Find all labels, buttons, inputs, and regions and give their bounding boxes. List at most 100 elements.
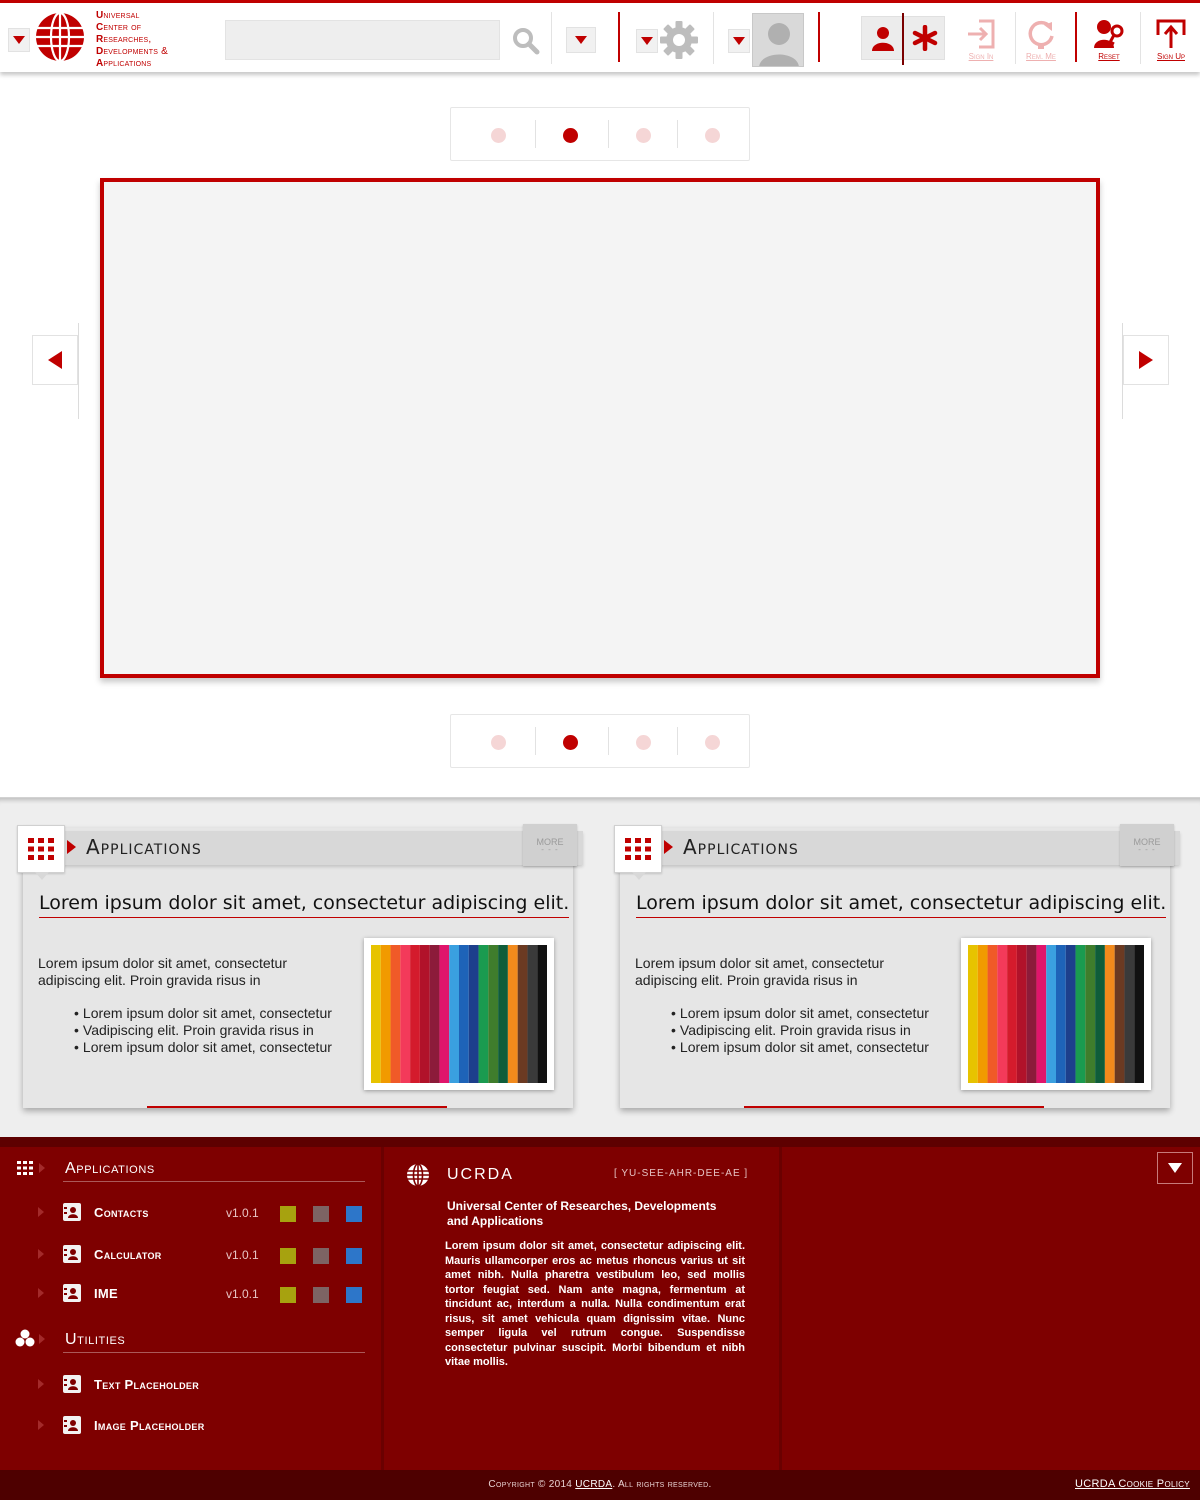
header-divider xyxy=(551,12,552,64)
about-body: Lorem ipsum dolor sit amet, consectetur … xyxy=(445,1240,745,1368)
footer-app-name: Calculator xyxy=(94,1247,162,1262)
footer-applications-title[interactable]: Applications xyxy=(65,1160,155,1178)
copyright-link[interactable]: UCRDA xyxy=(575,1479,612,1490)
pager-dot-1[interactable] xyxy=(491,128,506,143)
more-dots: - - - xyxy=(541,844,559,854)
search-input[interactable] xyxy=(225,20,500,60)
color-pencils-image xyxy=(371,945,547,1083)
pager-divider xyxy=(608,120,609,148)
footer-collapse-button[interactable] xyxy=(1157,1152,1193,1184)
contacts-book-icon xyxy=(63,1284,81,1302)
caret-right-icon xyxy=(39,1163,45,1173)
username-button[interactable] xyxy=(862,17,903,59)
more-button[interactable]: MORE - - - xyxy=(523,824,577,866)
footer-column-divider xyxy=(779,1147,782,1470)
theme-swatch-blue[interactable] xyxy=(346,1206,362,1222)
refresh-icon xyxy=(1028,20,1054,49)
next-slide-button[interactable] xyxy=(1123,335,1169,385)
sign-in-button[interactable]: Sign In xyxy=(956,11,1006,67)
panel-bottom-rule xyxy=(147,1106,447,1108)
footer: Applications Contacts v1.0.1 Calculator … xyxy=(0,1137,1200,1470)
theme-swatch-blue[interactable] xyxy=(346,1248,362,1264)
theme-swatch-gray[interactable] xyxy=(313,1206,329,1222)
pager-dot-3[interactable] xyxy=(636,128,651,143)
theme-swatch-olive[interactable] xyxy=(280,1206,296,1222)
panel-thumbnail[interactable] xyxy=(961,938,1151,1090)
previous-slide-button[interactable] xyxy=(32,335,78,385)
pager-dot-2[interactable] xyxy=(563,128,578,143)
panel-heading: Lorem ipsum dolor sit amet, consectetur … xyxy=(636,892,1167,918)
caret-right-icon xyxy=(664,840,673,854)
footer-app-row-ime[interactable]: IME v1.0.1 xyxy=(0,1284,381,1310)
pager-divider xyxy=(608,727,609,755)
pager-dot-3[interactable] xyxy=(636,735,651,750)
search-options-dropdown[interactable] xyxy=(566,27,596,53)
caret-right-icon xyxy=(38,1420,44,1430)
sign-in-icon xyxy=(968,19,995,48)
theme-swatch-blue[interactable] xyxy=(346,1287,362,1303)
pager-divider xyxy=(535,120,536,148)
footer-utility-row-image-placeholder[interactable]: Image Placeholder xyxy=(0,1416,381,1442)
theme-swatch-gray[interactable] xyxy=(313,1248,329,1264)
pager-dot-1[interactable] xyxy=(491,735,506,750)
panel-heading: Lorem ipsum dolor sit amet, consectetur … xyxy=(39,892,570,918)
sign-up-button[interactable]: Sign Up xyxy=(1146,11,1196,67)
list-item: Lorem ipsum dolor sit amet, consectetur xyxy=(74,1005,332,1022)
list-item: Lorem ipsum dolor sit amet, consectetur xyxy=(671,1005,929,1022)
footer-app-row-calculator[interactable]: Calculator v1.0.1 xyxy=(0,1245,381,1271)
remember-me-button[interactable]: Rem. Me xyxy=(1016,11,1066,67)
content-band: Applications MORE - - - Lorem ipsum dolo… xyxy=(0,797,1200,1137)
theme-swatch-gray[interactable] xyxy=(313,1287,329,1303)
panel-bottom-rule xyxy=(744,1106,1044,1108)
pager-dot-2[interactable] xyxy=(563,735,578,750)
caret-right-icon xyxy=(38,1379,44,1389)
pager-dot-4[interactable] xyxy=(705,128,720,143)
grid-icon xyxy=(28,838,54,860)
chevron-down-icon xyxy=(13,36,25,44)
settings-dropdown[interactable] xyxy=(636,29,658,53)
slide-stage[interactable] xyxy=(100,178,1100,678)
caret-right-icon xyxy=(38,1288,44,1298)
key-icon xyxy=(1094,19,1124,48)
caret-right-icon xyxy=(67,840,76,854)
panel-thumbnail[interactable] xyxy=(364,938,554,1090)
copyright-suffix: . All rights reserved. xyxy=(612,1479,712,1490)
more-button[interactable]: MORE - - - xyxy=(1120,824,1174,866)
logo-dropdown-button[interactable] xyxy=(8,28,30,52)
header-divider xyxy=(818,12,820,62)
slider-pager-bottom xyxy=(450,714,750,768)
user-silhouette-icon xyxy=(759,23,799,66)
panel-paragraph: Lorem ipsum dolor sit amet, consectetur … xyxy=(635,955,884,988)
header-divider xyxy=(1140,12,1141,64)
header-bar: Universal Center of Researches, Developm… xyxy=(0,3,1200,72)
cookie-policy-link[interactable]: UCRDA Cookie Policy xyxy=(1075,1478,1190,1490)
apps-grid-button[interactable] xyxy=(614,825,662,873)
footer-utility-name: Text Placeholder xyxy=(94,1377,200,1392)
copyright-bar: Copyright © 2014 UCRDA. All rights reser… xyxy=(0,1470,1200,1500)
gear-icon[interactable] xyxy=(659,20,699,60)
password-button[interactable] xyxy=(905,17,945,59)
avatar[interactable] xyxy=(752,13,804,67)
user-icon xyxy=(871,27,894,51)
theme-swatch-olive[interactable] xyxy=(280,1248,296,1264)
apps-grid-button[interactable] xyxy=(17,825,65,873)
profile-dropdown[interactable] xyxy=(728,29,750,53)
grid-icon xyxy=(625,838,651,860)
pager-divider xyxy=(677,120,678,148)
reset-button[interactable]: Reset xyxy=(1084,11,1134,67)
pager-dot-4[interactable] xyxy=(705,735,720,750)
about-full-name: Universal Center of Researches, Developm… xyxy=(447,1199,717,1228)
applications-panel: Applications MORE - - - Lorem ipsum dolo… xyxy=(17,824,583,1108)
brand-wordmark: Universal Center of Researches, Developm… xyxy=(96,10,168,69)
footer-app-row-contacts[interactable]: Contacts v1.0.1 xyxy=(0,1203,381,1229)
header-divider xyxy=(1075,12,1077,62)
search-icon[interactable] xyxy=(511,26,541,56)
theme-swatch-olive[interactable] xyxy=(280,1287,296,1303)
footer-utility-row-text-placeholder[interactable]: Text Placeholder xyxy=(0,1375,381,1401)
sign-in-label: Sign In xyxy=(968,51,994,61)
panel-title: Applications xyxy=(683,835,799,859)
remember-me-label: Rem. Me xyxy=(1026,51,1056,61)
header-divider xyxy=(713,12,714,64)
footer-utilities-title[interactable]: Utilities xyxy=(65,1331,125,1349)
globe-logo-icon xyxy=(36,11,84,63)
